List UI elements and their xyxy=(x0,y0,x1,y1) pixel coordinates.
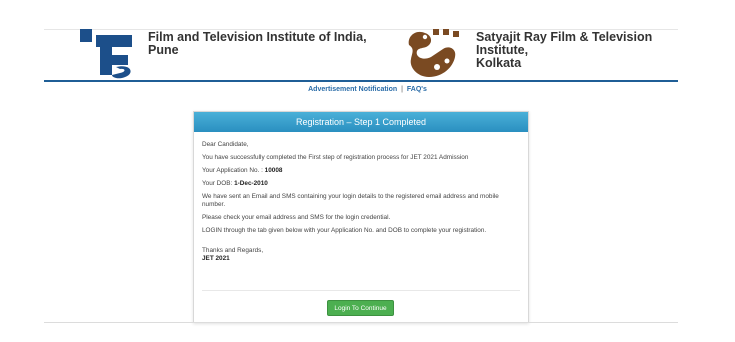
dob-label: Your DOB: xyxy=(202,180,233,187)
success-text: You have successfully completed the Firs… xyxy=(202,154,469,161)
application-no-value: 10008 xyxy=(264,167,283,174)
dob-value: 1-Dec-2010 xyxy=(234,180,268,187)
ftii-logo-icon xyxy=(80,29,132,79)
registration-panel: Registration – Step 1 Completed Dear Can… xyxy=(193,111,529,323)
panel-title: Registration – Step 1 Completed xyxy=(194,112,528,132)
panel-divider xyxy=(202,290,520,291)
login-to-continue-button[interactable]: Login To Continue xyxy=(327,300,394,316)
header-bottom-divider xyxy=(44,80,678,82)
faq-link[interactable]: FAQ's xyxy=(407,86,427,93)
ftii-name-line2: Pune xyxy=(148,43,179,57)
ftii-institute-name: Film and Television Institute of India, … xyxy=(148,31,378,57)
thanks-text: Thanks and Regards, xyxy=(202,247,264,254)
nav-separator: | xyxy=(401,86,403,93)
advertisement-notification-link[interactable]: Advertisement Notification xyxy=(308,86,397,93)
login-instructions-text: LOGIN through the tab given below with y… xyxy=(202,227,487,234)
check-credentials-text: Please check your email address and SMS … xyxy=(202,214,391,221)
application-no-row: Your Application No. : 10008 xyxy=(202,167,520,175)
dob-row: Your DOB: 1-Dec-2010 xyxy=(202,180,520,188)
email-sms-text: We have sent an Email and SMS containing… xyxy=(202,193,499,208)
top-nav: Advertisement Notification | FAQ's xyxy=(0,86,735,93)
application-no-label: Your Application No. : xyxy=(202,167,263,174)
srfti-name-line2: Kolkata xyxy=(476,56,522,70)
srfti-institute-name: Satyajit Ray Film & Television Institute… xyxy=(476,31,691,70)
srfti-logo-icon xyxy=(408,29,459,77)
ftii-name-line1: Film and Television Institute of India, xyxy=(148,30,367,44)
greeting-text: Dear Candidate, xyxy=(202,141,249,148)
panel-body: Dear Candidate, You have successfully co… xyxy=(194,132,528,263)
signature-text: JET 2021 xyxy=(202,255,230,262)
footer-divider xyxy=(44,322,678,323)
srfti-name-line1: Satyajit Ray Film & Television Institute… xyxy=(476,30,653,57)
